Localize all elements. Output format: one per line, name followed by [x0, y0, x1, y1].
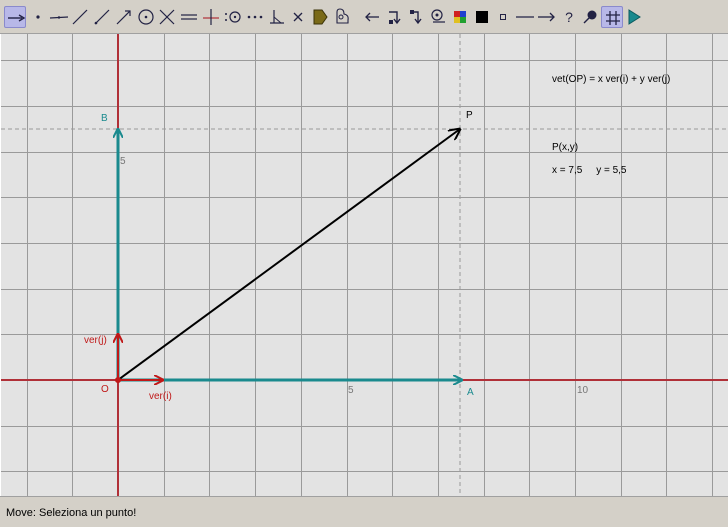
label-b: B	[101, 113, 108, 124]
magnifier-tool-button[interactable]	[427, 6, 449, 28]
arrow-style-tool-button[interactable]	[536, 6, 558, 28]
circle-tool-button[interactable]	[135, 6, 157, 28]
x-tick-10: 10	[577, 385, 589, 396]
formula-text: vet(OP) = x ver(i) + y ver(j)	[552, 74, 671, 85]
grid-tool-button[interactable]	[601, 6, 623, 28]
pointer-tool-button[interactable]	[579, 6, 601, 28]
ray-icon	[94, 9, 110, 25]
line-style-icon	[516, 16, 534, 18]
angle-tool-button[interactable]	[266, 6, 288, 28]
help-tool-button[interactable]: ?	[558, 6, 580, 28]
small-square-icon	[500, 14, 506, 20]
grid-icon	[606, 11, 620, 25]
label-o: O	[101, 384, 109, 395]
label-ver-j: ver(j)	[84, 335, 107, 346]
vector-segment-tool-button[interactable]	[113, 6, 135, 28]
pin-icon	[583, 10, 597, 24]
perpendicular-icon	[203, 9, 219, 25]
angle-icon	[270, 10, 284, 24]
point-icon	[36, 15, 40, 19]
step-back-icon	[410, 10, 422, 25]
palette-icon	[454, 11, 466, 23]
status-bar: Move: Seleziona un punto!	[0, 496, 728, 527]
arrow-left-icon	[365, 12, 379, 22]
vector-tool-button[interactable]	[4, 6, 26, 28]
vector-tool-icon	[8, 14, 26, 22]
redo-tool-button[interactable]	[405, 6, 427, 28]
grid-lines	[1, 34, 728, 496]
status-text: Move: Seleziona un punto!	[6, 507, 137, 519]
label-p: P	[466, 110, 473, 121]
small-point-tool-button[interactable]	[492, 6, 514, 28]
polygon-fill-tool-button[interactable]	[309, 6, 331, 28]
circle-icon	[138, 9, 154, 25]
vector-op[interactable]	[117, 129, 460, 381]
line-icon	[49, 16, 69, 19]
point-title: P(x,y)	[552, 142, 579, 153]
canvas-svg	[1, 34, 728, 496]
magnifier-icon	[431, 9, 445, 23]
midpoint-icon	[225, 11, 241, 23]
play-icon	[628, 9, 641, 25]
point-tool-button[interactable]	[27, 6, 49, 28]
line-style-tool-button[interactable]	[514, 6, 536, 28]
dotted-line-tool-button[interactable]	[244, 6, 266, 28]
coordinates-text: x = 7,5 y = 5,5	[552, 165, 627, 176]
y-tick-5: 5	[120, 156, 126, 167]
polygon-icon	[313, 9, 328, 25]
intersection-tool-button[interactable]	[156, 6, 178, 28]
label-ver-i: ver(i)	[149, 391, 172, 402]
arrow-right-icon	[538, 12, 555, 22]
delete-tool-button[interactable]	[287, 6, 309, 28]
dotted-line-icon	[247, 15, 263, 19]
step-forward-icon	[389, 11, 401, 25]
question-mark-icon: ?	[565, 9, 573, 25]
play-tool-button[interactable]	[623, 6, 645, 28]
locus-icon	[336, 8, 349, 24]
ray-tool-button[interactable]	[91, 6, 113, 28]
intersection-icon	[159, 9, 175, 25]
parallel-icon	[181, 14, 197, 20]
line-tool-button[interactable]	[48, 6, 70, 28]
vector-segment-icon	[116, 10, 131, 25]
perpendicular-tool-button[interactable]	[200, 6, 222, 28]
parallel-tool-button[interactable]	[178, 6, 200, 28]
drawing-canvas[interactable]: B 5 P vet(OP) = x ver(i) + y ver(j) P(x,…	[0, 34, 728, 496]
fill-tool-button[interactable]	[471, 6, 493, 28]
color-tool-button[interactable]	[449, 6, 471, 28]
segment-icon	[72, 9, 88, 25]
close-icon	[293, 12, 303, 22]
locus-tool-button[interactable]	[331, 6, 353, 28]
undo-tool-button[interactable]	[361, 6, 383, 28]
toolbar: ?	[0, 0, 728, 34]
origin-point[interactable]	[115, 377, 121, 383]
label-a: A	[467, 387, 474, 398]
segment-tool-button[interactable]	[69, 6, 91, 28]
filled-square-icon	[476, 11, 488, 23]
move-tool-button[interactable]	[384, 6, 406, 28]
svg-text:?: ?	[565, 9, 573, 25]
x-tick-5: 5	[348, 385, 354, 396]
midpoint-tool-button[interactable]	[222, 6, 244, 28]
